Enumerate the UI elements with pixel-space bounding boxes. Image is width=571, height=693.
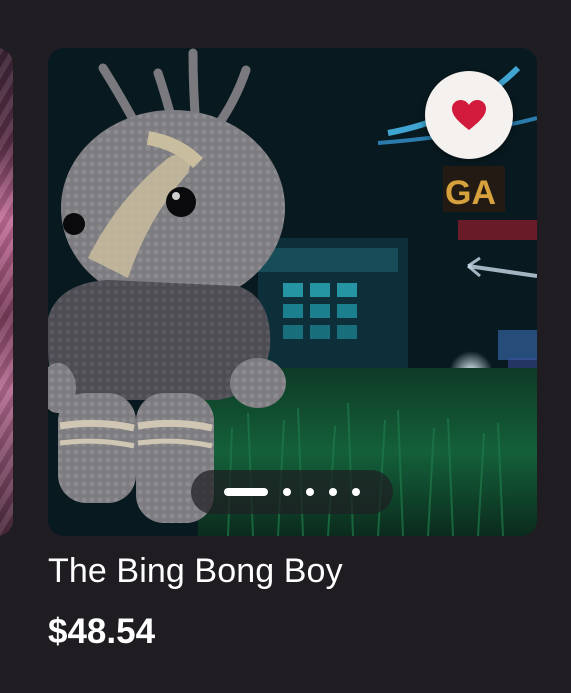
previous-product-card[interactable] bbox=[0, 48, 13, 536]
carousel-dot[interactable] bbox=[329, 488, 337, 496]
heart-icon bbox=[452, 100, 486, 130]
carousel-dot[interactable] bbox=[283, 488, 291, 496]
product-price: $48.54 bbox=[48, 612, 156, 651]
image-carousel-indicator bbox=[191, 470, 393, 514]
neon-sign-text: GA bbox=[445, 174, 496, 212]
favorite-button[interactable] bbox=[425, 71, 513, 159]
product-listing: GA The Bing Bong Boy $48.54 bbox=[0, 0, 571, 693]
carousel-dot[interactable] bbox=[306, 488, 314, 496]
carousel-dot[interactable] bbox=[352, 488, 360, 496]
product-title[interactable]: The Bing Bong Boy bbox=[48, 552, 343, 591]
carousel-dot-active[interactable] bbox=[224, 488, 268, 496]
